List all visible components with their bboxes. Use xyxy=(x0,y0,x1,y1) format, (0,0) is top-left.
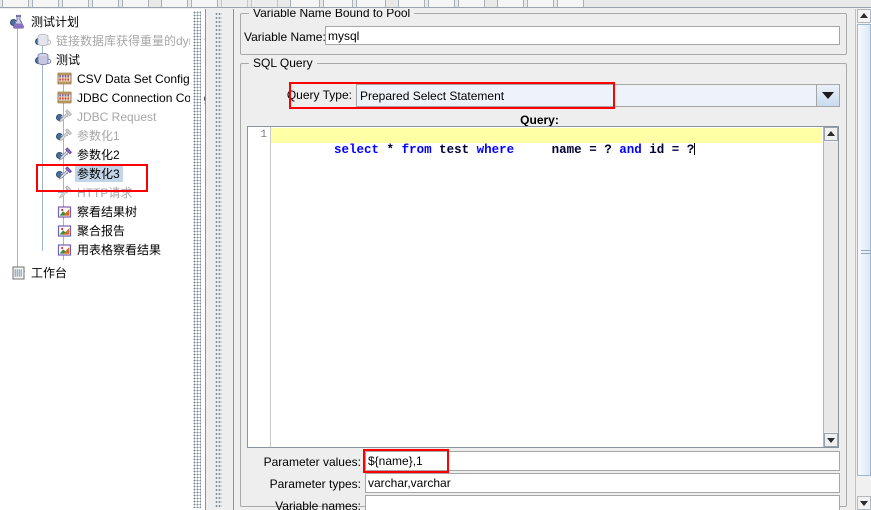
thread-group-icon xyxy=(35,52,52,68)
test-plan-tree-panel[interactable]: 测试计划 链接数据库获得重量的dynamic + xyxy=(0,9,205,510)
editor-scroll-down-button[interactable] xyxy=(824,433,838,447)
tree-node-test-plan[interactable]: 测试计划 xyxy=(0,12,205,31)
editor-scrollbar-track[interactable] xyxy=(824,142,838,432)
tree-node-label: 参数化2 xyxy=(77,147,120,162)
listener-icon xyxy=(56,242,73,258)
workbench-icon xyxy=(10,265,27,281)
flask-icon xyxy=(10,14,27,30)
config-icon xyxy=(56,71,73,87)
toolbar-button-help[interactable] xyxy=(557,0,584,7)
pipette-icon xyxy=(56,165,73,182)
toolbar-button-save[interactable] xyxy=(92,0,119,7)
parameter-types-label: Parameter types: xyxy=(269,477,361,491)
panel-vertical-scrollbar[interactable] xyxy=(855,9,871,510)
listener-icon xyxy=(56,204,73,220)
scrollbar-thumb[interactable] xyxy=(857,24,871,476)
tree-node-param-1[interactable]: 参数化1 xyxy=(0,126,205,145)
toolbar-button-new[interactable] xyxy=(2,0,29,7)
jdbc-request-config-panel: Variable Name Bound to Pool Variable Nam… xyxy=(234,9,855,510)
tree-node-label: 参数化3 xyxy=(75,165,123,182)
toolbar-button-cut[interactable] xyxy=(161,0,188,7)
toolbar-button-templates[interactable] xyxy=(32,0,59,7)
tree-node-label: JDBC Request xyxy=(77,109,157,124)
tree-node-thread-group-disabled[interactable]: 链接数据库获得重量的dynamic + xyxy=(0,31,205,50)
tree-node-view-results-in-table[interactable]: 用表格察看结果 xyxy=(0,240,205,259)
panel-splitter[interactable] xyxy=(205,9,234,510)
toolbar-button-expand[interactable] xyxy=(251,0,278,7)
tree-vertical-scrollbar[interactable] xyxy=(190,9,204,510)
scroll-up-button[interactable] xyxy=(857,9,871,23)
tree-node-label: 测试 xyxy=(56,52,81,67)
tree-node-label: 参数化1 xyxy=(77,128,120,143)
tree-node-param-3[interactable]: 参数化3 xyxy=(0,164,205,183)
parameter-values-label: Parameter values: xyxy=(263,455,361,469)
editor-gutter: 1 xyxy=(248,127,271,447)
pipette-icon xyxy=(56,146,73,163)
toolbar-button-open[interactable] xyxy=(62,0,89,7)
tree-node-label: CSV Data Set Config xyxy=(77,71,190,86)
editor-scroll-up-button[interactable] xyxy=(824,127,838,141)
thread-group-icon xyxy=(35,33,52,49)
toolbar-button-start-no-pause[interactable] xyxy=(323,0,353,7)
config-icon xyxy=(56,90,73,106)
editor-vertical-scrollbar[interactable] xyxy=(823,127,838,447)
toolbar-button-clear[interactable] xyxy=(428,0,455,7)
tree-node-label: 测试计划 xyxy=(31,14,80,29)
toolbar-button-stop[interactable] xyxy=(356,0,386,7)
editor-line-number: 1 xyxy=(260,129,267,141)
pipette-icon xyxy=(56,184,73,201)
toolbar-button-clear-all[interactable] xyxy=(458,0,485,7)
scrollbar-thumb-grip xyxy=(861,250,870,256)
query-label: Query: xyxy=(520,113,559,127)
toolbar-button-paste[interactable] xyxy=(221,0,248,7)
sql-query-group-title: SQL Query xyxy=(249,56,317,70)
toolbar-button-copy[interactable] xyxy=(191,0,218,7)
variable-name-label: Variable Name: xyxy=(244,30,326,44)
toolbar-button-reset-search[interactable] xyxy=(527,0,554,7)
variable-name-group-title: Variable Name Bound to Pool xyxy=(249,9,415,20)
tree-node-view-results-tree[interactable]: 察看结果树 xyxy=(0,202,205,221)
scroll-down-button[interactable] xyxy=(857,496,871,510)
jmeter-window: 测试计划 链接数据库获得重量的dynamic + xyxy=(0,0,871,510)
tree-node-http-request[interactable]: HTTP请求 xyxy=(0,183,205,202)
parameter-types-input[interactable]: varchar,varchar xyxy=(365,473,840,493)
tree-node-csv-data-set-config[interactable]: CSV Data Set Config xyxy=(0,69,205,88)
tree-node-jdbc-request[interactable]: JDBC Request xyxy=(0,107,205,126)
tree-node-jdbc-connection-configuration[interactable]: JDBC Connection Configurat xyxy=(0,88,205,107)
tree-node-label: 链接数据库获得重量的dynamic + xyxy=(56,33,205,48)
listener-icon xyxy=(56,223,73,239)
tree-node-label: HTTP请求 xyxy=(77,185,133,200)
main-toolbar xyxy=(0,0,871,8)
chevron-down-icon[interactable] xyxy=(816,85,839,106)
toolbar-button-start[interactable] xyxy=(290,0,320,7)
query-type-select[interactable]: Prepared Select Statement xyxy=(356,84,840,107)
toolbar-button-shutdown[interactable] xyxy=(398,0,425,7)
test-plan-tree: 测试计划 链接数据库获得重量的dynamic + xyxy=(0,9,205,282)
pipette-icon xyxy=(56,127,73,144)
pipette-icon xyxy=(56,108,73,125)
tree-node-label: 用表格察看结果 xyxy=(77,242,162,257)
tree-node-label: JDBC Connection Configurat xyxy=(77,90,205,105)
tree-node-aggregate-report[interactable]: 聚合报告 xyxy=(0,221,205,240)
tree-node-label: 工作台 xyxy=(31,265,68,280)
sql-query-editor[interactable]: 1 select * from test where name = ? and … xyxy=(247,126,839,448)
editor-code-line[interactable]: select * from test where name = ? and id… xyxy=(271,128,822,157)
tree-scrollbar-track[interactable] xyxy=(193,11,201,508)
tree-node-label: 察看结果树 xyxy=(77,204,138,219)
query-type-label: Query Type: xyxy=(286,88,352,102)
tree-node-param-2[interactable]: 参数化2 xyxy=(0,145,205,164)
toolbar-button-search[interactable] xyxy=(497,0,524,7)
tree-node-thread-group[interactable]: 测试 xyxy=(0,50,205,69)
tree-node-label: 聚合报告 xyxy=(77,223,126,238)
variable-names-input[interactable] xyxy=(365,495,840,510)
splitter-grip[interactable] xyxy=(215,12,222,507)
variable-names-label: Variable names: xyxy=(275,499,361,510)
query-type-value: Prepared Select Statement xyxy=(357,85,816,106)
toolbar-button-save-as[interactable] xyxy=(122,0,149,7)
variable-name-input[interactable]: mysql xyxy=(325,26,840,45)
parameter-values-input[interactable]: ${name},1 xyxy=(365,451,840,471)
tree-node-workbench[interactable]: 工作台 xyxy=(0,263,205,282)
